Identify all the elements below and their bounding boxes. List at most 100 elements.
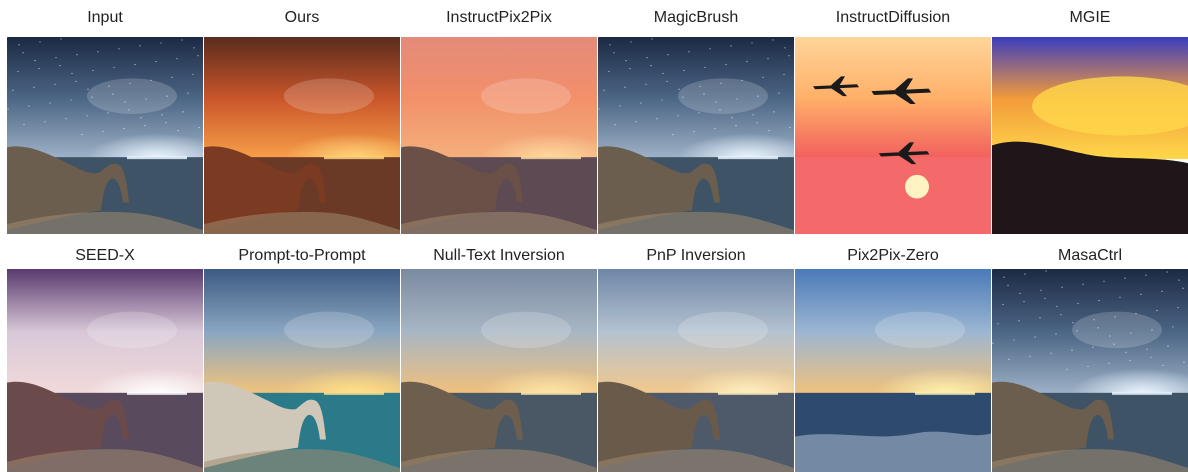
scene-seedx	[7, 269, 203, 472]
star	[1019, 292, 1021, 294]
result-image	[7, 269, 203, 472]
star	[1114, 316, 1116, 318]
star	[187, 92, 189, 94]
star	[646, 57, 648, 59]
star	[22, 52, 24, 54]
result-image	[7, 37, 203, 234]
star	[619, 105, 621, 107]
star	[182, 111, 184, 113]
star	[134, 63, 136, 66]
star	[788, 55, 790, 57]
star	[1018, 320, 1020, 322]
scene-dusk-soft2	[598, 269, 794, 472]
star	[677, 115, 679, 117]
star	[1066, 368, 1068, 371]
sun	[905, 174, 929, 199]
star	[1056, 305, 1058, 308]
result-image	[795, 37, 991, 234]
star	[693, 130, 695, 133]
star	[735, 125, 737, 127]
star	[86, 115, 88, 117]
star	[160, 42, 162, 44]
result-image	[204, 269, 400, 472]
scene-night	[992, 269, 1188, 472]
star	[140, 117, 142, 119]
star	[155, 61, 157, 63]
star	[1007, 284, 1009, 286]
star	[614, 124, 616, 126]
star	[198, 127, 200, 129]
star	[667, 54, 669, 56]
star	[1156, 310, 1158, 312]
star	[1002, 303, 1004, 306]
star	[18, 44, 20, 46]
star	[7, 108, 9, 110]
star	[1177, 306, 1179, 309]
star	[1045, 270, 1047, 272]
star	[81, 133, 83, 136]
star	[1003, 276, 1005, 278]
star	[1125, 351, 1127, 353]
star	[161, 114, 163, 116]
star	[719, 109, 721, 111]
star	[1082, 283, 1084, 285]
star	[650, 64, 652, 67]
star	[150, 79, 152, 81]
method-label: MGIE	[1069, 9, 1111, 26]
star	[598, 108, 600, 110]
scene-night	[598, 37, 794, 234]
star	[17, 70, 19, 73]
star	[128, 109, 130, 111]
horizon-light	[324, 391, 384, 395]
star	[91, 96, 93, 98]
star	[656, 118, 658, 120]
cloud	[87, 78, 177, 114]
star	[661, 99, 663, 101]
star	[1172, 326, 1174, 328]
star	[1167, 345, 1169, 347]
star	[165, 122, 167, 124]
star	[666, 80, 668, 82]
method-label: InstructPix2Pix	[446, 9, 552, 26]
star	[625, 60, 627, 62]
star	[34, 60, 36, 62]
star	[1098, 299, 1100, 302]
star	[720, 82, 722, 84]
star	[635, 121, 637, 123]
method-label: InstructDiffusion	[835, 9, 951, 26]
star	[97, 51, 99, 53]
star	[76, 54, 78, 56]
star	[768, 129, 770, 132]
star	[1146, 348, 1148, 350]
star	[59, 64, 61, 67]
scene-planes	[795, 37, 991, 234]
star	[699, 85, 701, 87]
star	[1109, 335, 1111, 337]
star	[144, 125, 146, 127]
star	[731, 117, 733, 119]
star	[992, 342, 994, 344]
star	[1162, 364, 1164, 367]
result-image	[795, 269, 991, 472]
star	[1013, 339, 1015, 341]
result-image	[401, 269, 597, 472]
star	[725, 63, 727, 66]
star	[54, 83, 56, 85]
scene-night	[7, 37, 203, 234]
star	[767, 58, 769, 60]
star	[997, 323, 999, 325]
star	[28, 105, 30, 107]
star	[1178, 279, 1180, 281]
star	[193, 47, 195, 49]
star	[1024, 273, 1026, 275]
star	[751, 42, 753, 44]
method-label: Input	[87, 9, 123, 26]
cloud	[678, 78, 768, 114]
star	[23, 124, 25, 126]
result-image	[401, 37, 597, 234]
star	[1130, 332, 1132, 334]
star	[682, 96, 684, 98]
cloud	[1072, 311, 1162, 349]
cloud	[678, 311, 768, 349]
star	[71, 72, 73, 75]
